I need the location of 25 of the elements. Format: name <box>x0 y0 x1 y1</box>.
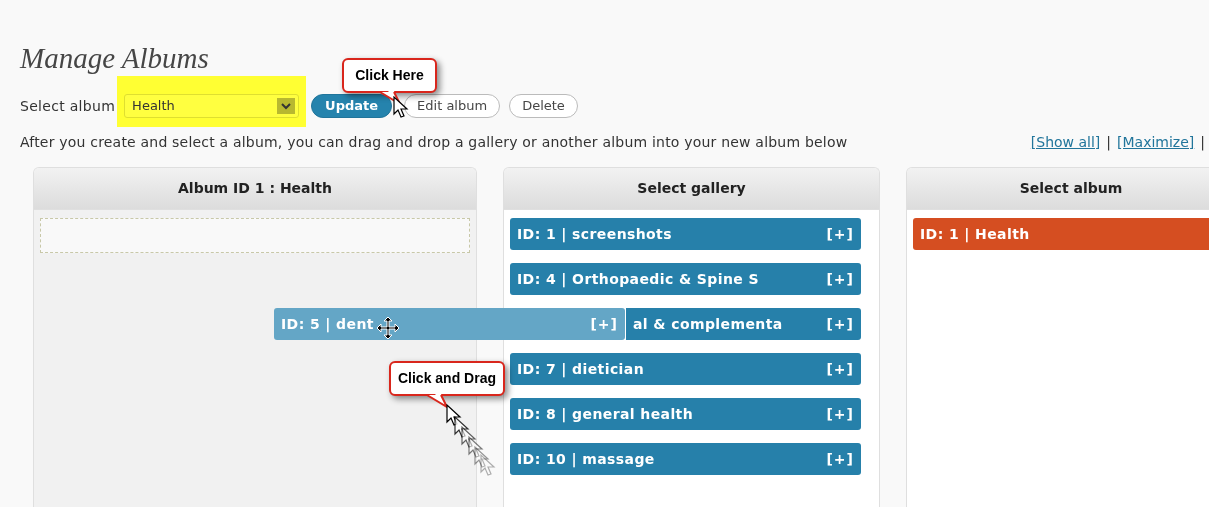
select-label: Select album <box>20 96 116 116</box>
page-title: Manage Albums <box>20 41 209 76</box>
action-button[interactable]: Delete <box>509 94 578 118</box>
gallery-item[interactable]: al & complementa [+] <box>626 308 861 340</box>
album-select[interactable]: Health <box>124 94 300 118</box>
separator: | <box>1200 133 1205 153</box>
link[interactable]: [Maximize] <box>1117 132 1195 153</box>
gallery-item[interactable]: ID: 7 | dietician [+] <box>510 353 861 385</box>
move-cursor-icon <box>376 316 400 340</box>
album-item[interactable]: ID: 1 | Health <box>913 218 1209 250</box>
callout-tail <box>425 394 449 408</box>
separator: | <box>1106 133 1112 153</box>
panel-header: Select album <box>907 168 1209 210</box>
dragged-gallery-item[interactable]: ID: 5 | dent [+] <box>274 308 625 340</box>
panel-header: Album ID 1 : Health <box>34 168 476 210</box>
panel-header: Select gallery <box>504 168 879 210</box>
gallery-item[interactable]: ID: 1 | screenshots [+] <box>510 218 861 250</box>
gallery-item[interactable]: ID: 10 | massage [+] <box>510 443 861 475</box>
cursor-icon <box>393 96 409 119</box>
action-button[interactable]: Edit album <box>404 94 501 118</box>
instructions-text: After you create and select a album, you can drag and drop a gallery or another album into your new album below <box>20 133 848 152</box>
update-button[interactable]: Update <box>311 94 393 118</box>
gallery-item[interactable]: ID: 4 | Orthopaedic & Spine S [+] <box>510 263 861 295</box>
gallery-item[interactable]: ID: 8 | general health [+] <box>510 398 861 430</box>
link[interactable]: [Show all] <box>1030 132 1101 153</box>
